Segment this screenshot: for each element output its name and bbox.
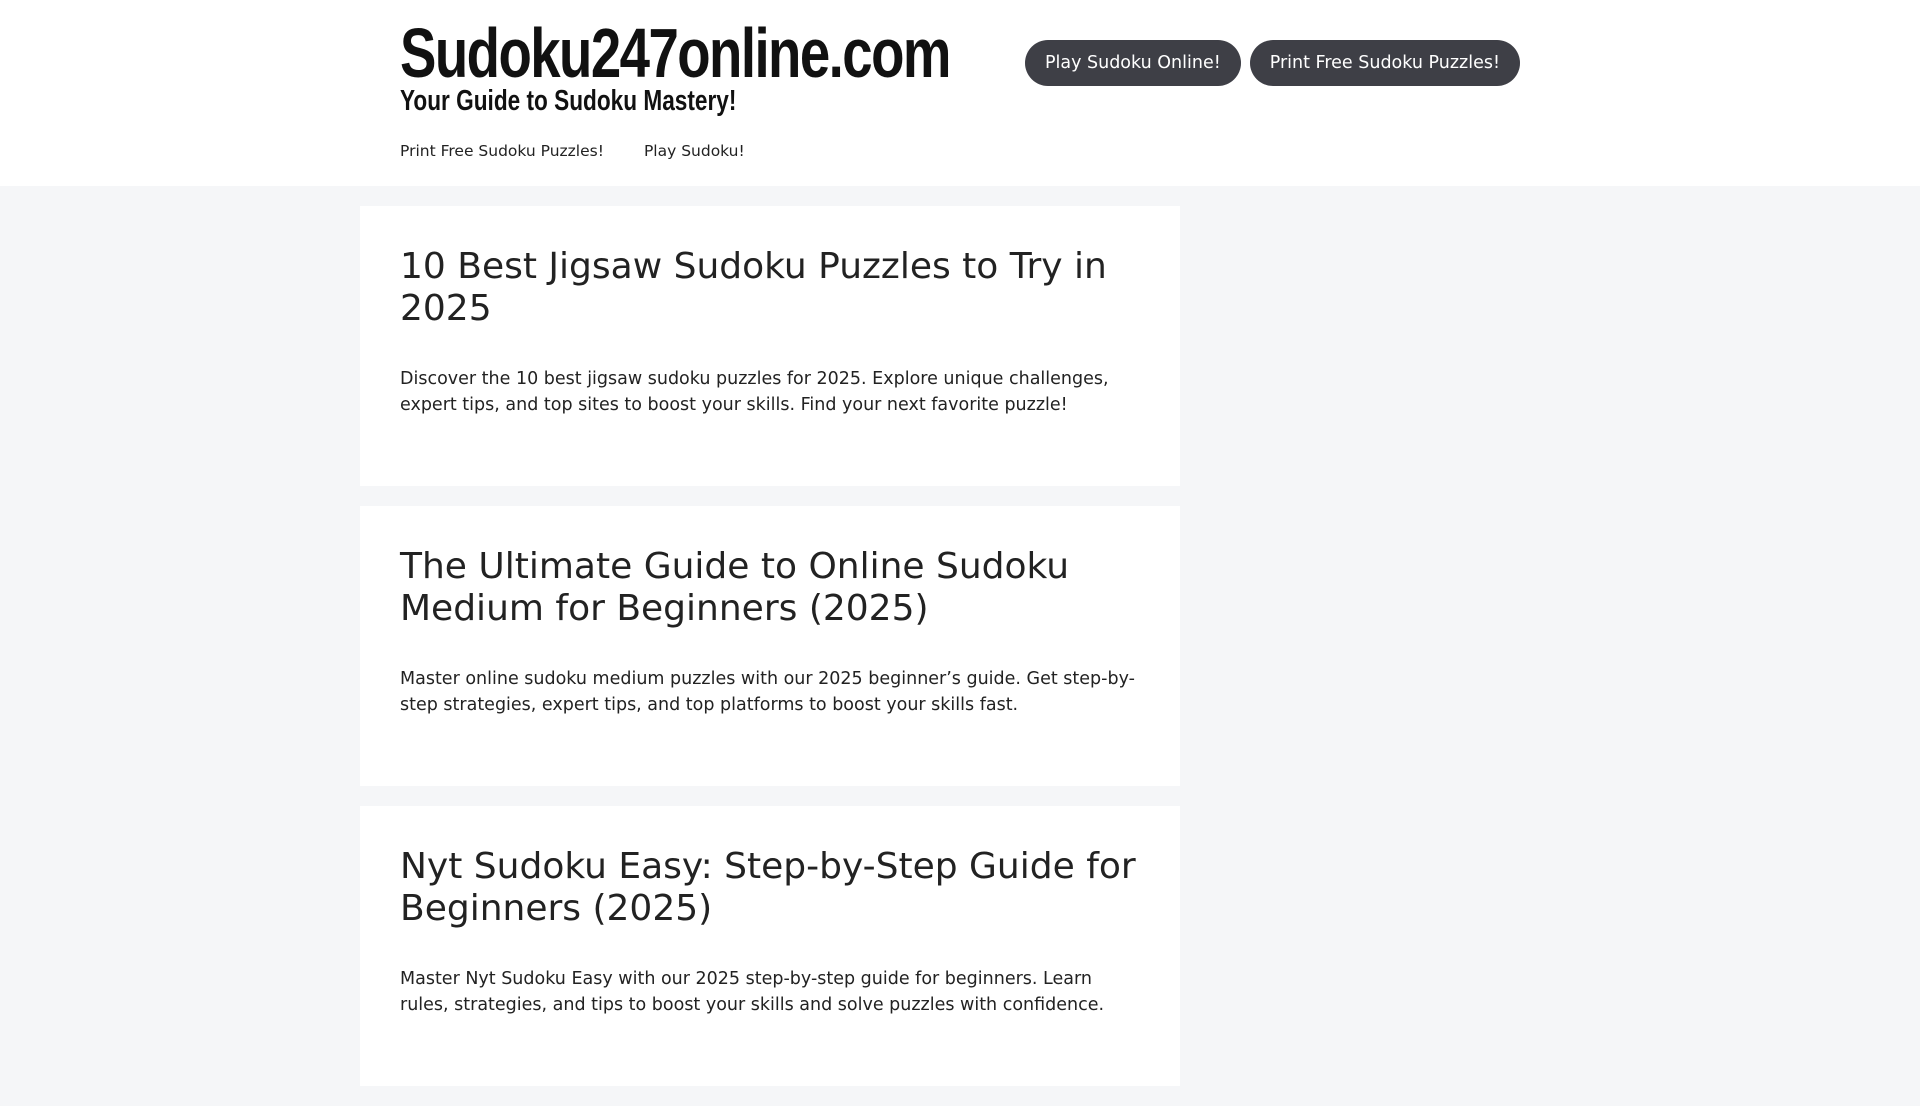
post-card: Nyt Sudoku Easy: Step-by-Step Guide for … <box>360 806 1180 1086</box>
print-free-sudoku-puzzles-button[interactable]: Print Free Sudoku Puzzles! <box>1249 40 1520 86</box>
site-title[interactable]: Sudoku247online.com <box>400 14 951 92</box>
post-title-link[interactable]: Nyt Sudoku Easy: Step-by-Step Guide for … <box>400 846 1140 930</box>
header-buttons: Play Sudoku Online! Print Free Sudoku Pu… <box>1024 40 1520 86</box>
site-header: Sudoku247online.com Your Guide to Sudoku… <box>0 0 1920 186</box>
post-card: The Ultimate Guide to Online Sudoku Medi… <box>360 506 1180 786</box>
post-list: 10 Best Jigsaw Sudoku Puzzles to Try in … <box>360 206 1180 1106</box>
main-nav: Print Free Sudoku Puzzles! Play Sudoku! <box>400 142 745 160</box>
nav-item-print-free-sudoku-puzzles[interactable]: Print Free Sudoku Puzzles! <box>400 142 604 160</box>
post-title-link[interactable]: 10 Best Jigsaw Sudoku Puzzles to Try in … <box>400 246 1140 330</box>
post-excerpt: Discover the 10 best jigsaw sudoku puzzl… <box>400 369 1109 415</box>
site-logo[interactable]: Sudoku247online.com Your Guide to Sudoku… <box>400 14 951 116</box>
nav-item-play-sudoku[interactable]: Play Sudoku! <box>644 142 745 160</box>
post-title-link[interactable]: The Ultimate Guide to Online Sudoku Medi… <box>400 546 1140 630</box>
header-inner: Sudoku247online.com Your Guide to Sudoku… <box>400 0 1520 186</box>
play-sudoku-online-button[interactable]: Play Sudoku Online! <box>1024 40 1241 86</box>
post-card: 10 Best Jigsaw Sudoku Puzzles to Try in … <box>360 206 1180 486</box>
post-excerpt: Master Nyt Sudoku Easy with our 2025 ste… <box>400 969 1105 1015</box>
post-excerpt: Master online sudoku medium puzzles with… <box>400 669 1135 715</box>
